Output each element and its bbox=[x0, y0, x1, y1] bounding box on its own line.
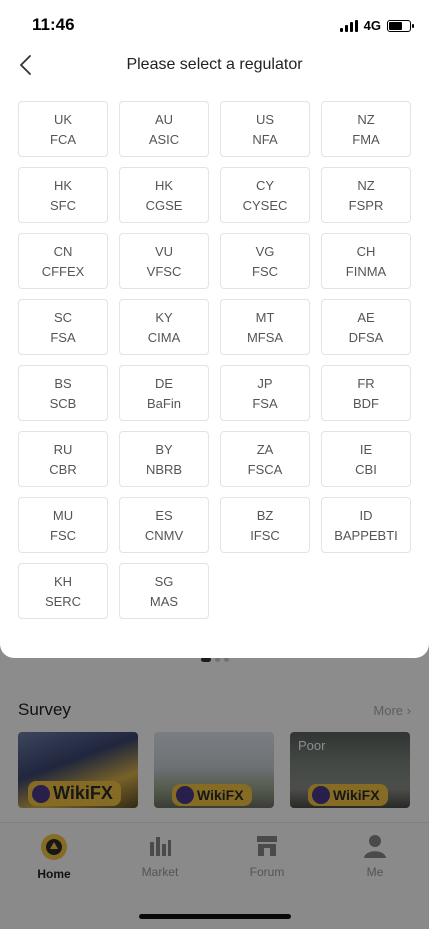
network-type: 4G bbox=[363, 18, 381, 33]
regulator-option[interactable]: FR BDF bbox=[321, 365, 411, 421]
regulator-country: KH bbox=[53, 573, 73, 589]
regulator-agency: FSC bbox=[252, 263, 278, 279]
regulator-country: HK bbox=[154, 177, 174, 193]
regulator-country: BS bbox=[54, 375, 72, 391]
regulator-agency: CGSE bbox=[145, 197, 183, 213]
regulator-option[interactable]: ZA FSCA bbox=[220, 431, 310, 487]
regulator-option[interactable]: NZ FMA bbox=[321, 101, 411, 157]
regulator-agency: FMA bbox=[352, 131, 380, 147]
regulator-agency: BaFin bbox=[147, 395, 181, 411]
regulator-option[interactable]: BY NBRB bbox=[119, 431, 209, 487]
page-title: Please select a regulator bbox=[126, 56, 303, 73]
regulator-agency: CIMA bbox=[147, 329, 181, 345]
regulator-agency: SFC bbox=[50, 197, 76, 213]
regulator-option[interactable]: CN CFFEX bbox=[18, 233, 108, 289]
regulator-country: VG bbox=[255, 243, 275, 259]
regulator-option[interactable]: BZ IFSC bbox=[220, 497, 310, 553]
nav-bar: Please select a regulator bbox=[0, 50, 429, 82]
regulator-option[interactable]: DE BaFin bbox=[119, 365, 209, 421]
regulator-country: JP bbox=[257, 375, 273, 391]
regulator-agency: CBR bbox=[49, 461, 77, 477]
regulator-option[interactable]: CY CYSEC bbox=[220, 167, 310, 223]
regulator-agency: BAPPEBTI bbox=[334, 527, 398, 543]
regulator-country: US bbox=[255, 111, 275, 127]
regulator-agency: MAS bbox=[149, 593, 179, 609]
regulator-agency: FSC bbox=[50, 527, 76, 543]
regulator-option[interactable]: JP FSA bbox=[220, 365, 310, 421]
regulator-option[interactable]: AU ASIC bbox=[119, 101, 209, 157]
regulator-option[interactable]: BS SCB bbox=[18, 365, 108, 421]
regulator-country: ZA bbox=[256, 441, 274, 457]
regulator-option[interactable]: SC FSA bbox=[18, 299, 108, 355]
regulator-agency: FCA bbox=[50, 131, 76, 147]
regulator-agency: FSA bbox=[252, 395, 278, 411]
regulator-country: ES bbox=[155, 507, 173, 523]
regulator-option[interactable]: MT MFSA bbox=[220, 299, 310, 355]
regulator-country: CY bbox=[255, 177, 275, 193]
regulator-agency: CYSEC bbox=[242, 197, 288, 213]
regulator-country: MT bbox=[255, 309, 275, 325]
regulator-option[interactable]: KY CIMA bbox=[119, 299, 209, 355]
regulator-agency: FSPR bbox=[348, 197, 384, 213]
regulator-agency: SCB bbox=[49, 395, 77, 411]
regulator-country: UK bbox=[53, 111, 73, 127]
regulator-country: HK bbox=[53, 177, 73, 193]
regulator-country: ID bbox=[359, 507, 373, 523]
battery-icon bbox=[387, 19, 414, 32]
regulator-country: RU bbox=[53, 441, 73, 457]
status-bar: 11:46 4G bbox=[0, 12, 429, 40]
regulator-option[interactable]: HK CGSE bbox=[119, 167, 209, 223]
regulator-option[interactable]: HK SFC bbox=[18, 167, 108, 223]
regulator-country: AU bbox=[154, 111, 174, 127]
regulator-option[interactable]: ES CNMV bbox=[119, 497, 209, 553]
regulator-option[interactable]: US NFA bbox=[220, 101, 310, 157]
regulator-agency: CNMV bbox=[144, 527, 184, 543]
regulator-option[interactable]: KH SERC bbox=[18, 563, 108, 619]
regulator-agency: CBI bbox=[355, 461, 377, 477]
regulator-option[interactable]: CH FINMA bbox=[321, 233, 411, 289]
regulator-selector-sheet: 11:46 4G Please select a regulator UK FCA… bbox=[0, 0, 429, 658]
regulator-country: BZ bbox=[256, 507, 274, 523]
regulator-grid: UK FCA AU ASIC US NFA NZ FMA HK SFC HK CGSE CY CYSEC N… bbox=[18, 101, 411, 619]
regulator-agency: SERC bbox=[44, 593, 82, 609]
regulator-option[interactable]: SG MAS bbox=[119, 563, 209, 619]
regulator-country: BY bbox=[155, 441, 173, 457]
regulator-country: NZ bbox=[357, 111, 375, 127]
regulator-option[interactable]: VU VFSC bbox=[119, 233, 209, 289]
regulator-agency: FSCA bbox=[247, 461, 283, 477]
regulator-option[interactable]: ID BAPPEBTI bbox=[321, 497, 411, 553]
regulator-agency: DFSA bbox=[348, 329, 384, 345]
regulator-agency: FINMA bbox=[345, 263, 387, 279]
regulator-country: DE bbox=[154, 375, 174, 391]
regulator-country: CN bbox=[53, 243, 73, 259]
regulator-agency: NBRB bbox=[145, 461, 183, 477]
regulator-agency: FSA bbox=[50, 329, 76, 345]
regulator-country: MU bbox=[52, 507, 74, 523]
regulator-country: VU bbox=[154, 243, 174, 259]
regulator-option[interactable]: VG FSC bbox=[220, 233, 310, 289]
regulator-country: AE bbox=[357, 309, 375, 325]
regulator-option[interactable]: UK FCA bbox=[18, 101, 108, 157]
regulator-agency: IFSC bbox=[250, 527, 280, 543]
regulator-option[interactable]: RU CBR bbox=[18, 431, 108, 487]
signal-icon bbox=[339, 19, 358, 32]
regulator-country: CH bbox=[356, 243, 376, 259]
status-time: 11:46 bbox=[32, 15, 75, 34]
regulator-country: FR bbox=[357, 375, 375, 391]
regulator-country: SC bbox=[53, 309, 73, 325]
regulator-option[interactable]: IE CBI bbox=[321, 431, 411, 487]
regulator-agency: CFFEX bbox=[41, 263, 85, 279]
regulator-country: KY bbox=[155, 309, 173, 325]
regulator-option[interactable]: AE DFSA bbox=[321, 299, 411, 355]
regulator-agency: BDF bbox=[353, 395, 379, 411]
regulator-option[interactable]: MU FSC bbox=[18, 497, 108, 553]
regulator-option[interactable]: NZ FSPR bbox=[321, 167, 411, 223]
regulator-country: SG bbox=[154, 573, 174, 589]
regulator-agency: MFSA bbox=[246, 329, 284, 345]
regulator-country: IE bbox=[359, 441, 373, 457]
regulator-agency: VFSC bbox=[146, 263, 182, 279]
regulator-agency: ASIC bbox=[148, 131, 180, 147]
regulator-agency: NFA bbox=[252, 131, 278, 147]
regulator-country: NZ bbox=[357, 177, 375, 193]
